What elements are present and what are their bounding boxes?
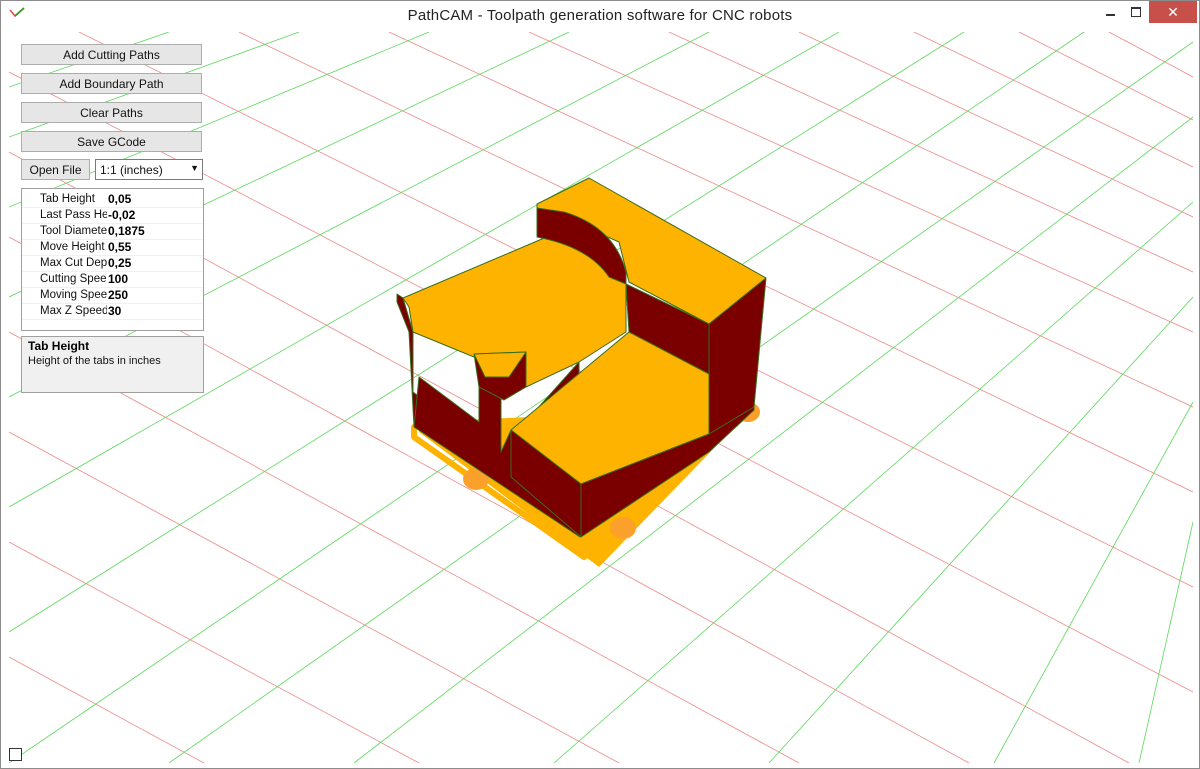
property-name: Max Cut Dept: [40, 257, 107, 269]
corner-checkbox[interactable]: [9, 748, 22, 761]
property-name: Max Z Speed: [40, 305, 107, 317]
property-name: Move Height: [40, 241, 105, 253]
property-row[interactable]: Cutting Speec 100: [22, 271, 203, 288]
save-gcode-button[interactable]: Save GCode: [21, 131, 202, 152]
property-value[interactable]: 0,05: [108, 192, 131, 206]
add-cutting-paths-button[interactable]: Add Cutting Paths: [21, 44, 202, 65]
part-model[interactable]: [396, 177, 767, 538]
property-name: Tab Height: [40, 193, 95, 205]
minimize-icon: [1105, 14, 1115, 16]
title-bar[interactable]: PathCAM - Toolpath generation software f…: [1, 1, 1199, 31]
scale-select[interactable]: 1:1 (inches) ▼: [95, 159, 203, 180]
property-value[interactable]: 250: [108, 288, 128, 302]
property-help-panel: Tab Height Height of the tabs in inches: [21, 336, 204, 393]
property-name: Last Pass He: [40, 209, 107, 221]
maximize-button[interactable]: [1123, 1, 1149, 23]
add-boundary-path-button[interactable]: Add Boundary Path: [21, 73, 202, 94]
maximize-icon: [1131, 7, 1141, 17]
property-name: Tool Diamete: [40, 225, 107, 237]
clear-paths-button[interactable]: Clear Paths: [21, 102, 202, 123]
property-value[interactable]: 100: [108, 272, 128, 286]
property-row[interactable]: Max Cut Dept 0,25: [22, 255, 203, 272]
property-value[interactable]: -0,02: [108, 208, 135, 222]
property-name: Moving Spee: [40, 289, 107, 301]
minimize-button[interactable]: [1097, 1, 1123, 23]
scale-select-value: 1:1 (inches): [100, 163, 163, 177]
property-row[interactable]: Moving Spee 250: [22, 287, 203, 304]
3d-viewport[interactable]: Add Cutting Paths Add Boundary Path Clea…: [9, 32, 1193, 763]
property-row[interactable]: Last Pass He -0,02: [22, 207, 203, 224]
tab-marker[interactable]: [610, 517, 636, 539]
close-button[interactable]: ✕: [1149, 1, 1197, 23]
property-value[interactable]: 0,25: [108, 256, 131, 270]
help-description: Height of the tabs in inches: [28, 355, 161, 367]
property-name: Cutting Speec: [40, 273, 107, 285]
property-value[interactable]: 30: [108, 304, 121, 318]
close-icon: ✕: [1167, 3, 1179, 20]
property-row[interactable]: Tool Diamete 0,1875: [22, 223, 203, 240]
chevron-down-icon: ▼: [190, 163, 199, 173]
property-value[interactable]: 0,1875: [108, 224, 145, 238]
window-title: PathCAM - Toolpath generation software f…: [407, 7, 793, 24]
help-title: Tab Height: [28, 339, 90, 353]
property-row[interactable]: Max Z Speed 30: [22, 303, 203, 320]
app-window: PathCAM - Toolpath generation software f…: [0, 0, 1200, 769]
property-row[interactable]: Move Height 0,55: [22, 239, 203, 256]
property-value[interactable]: 0,55: [108, 240, 131, 254]
property-row[interactable]: Tab Height 0,05: [22, 191, 203, 208]
open-file-button[interactable]: Open File: [21, 159, 90, 180]
property-grid[interactable]: Tab Height 0,05 Last Pass He -0,02 Tool …: [21, 188, 204, 331]
